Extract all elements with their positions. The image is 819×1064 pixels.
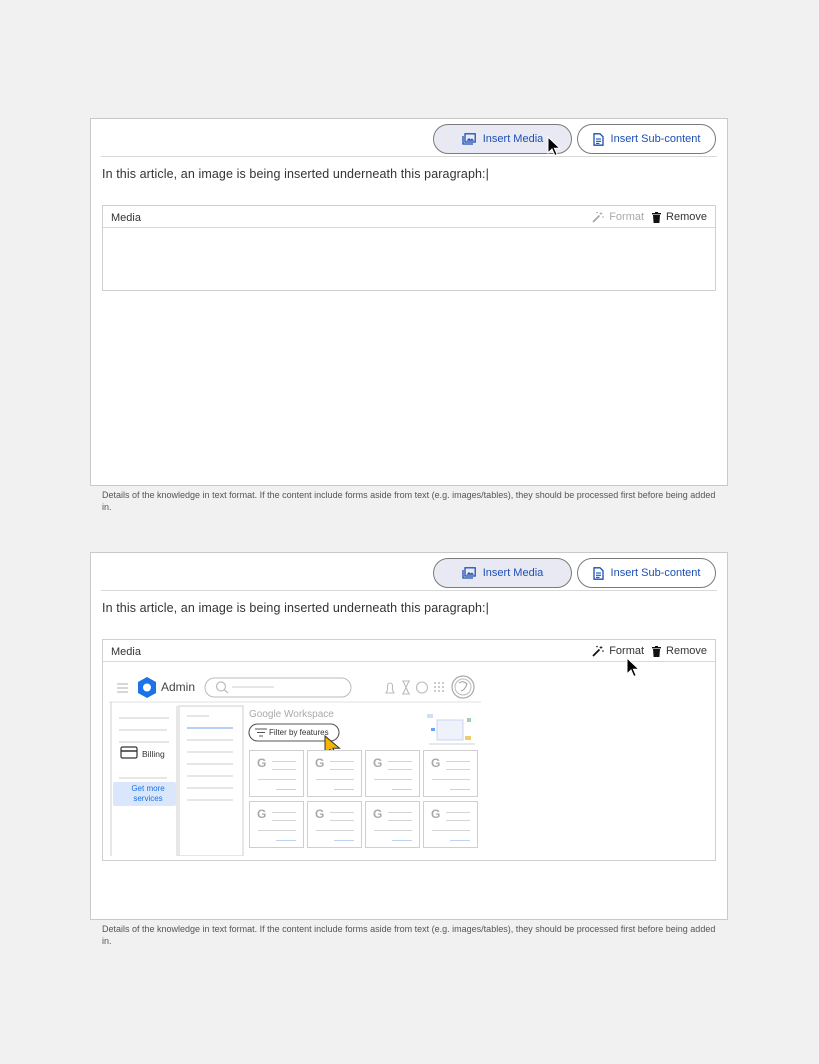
app-card: G — [307, 801, 362, 848]
format-label: Format — [609, 211, 645, 223]
media-block-header: Media Format Remove — [103, 640, 715, 662]
trash-icon — [652, 645, 662, 657]
insert-media-label: Insert Media — [482, 567, 544, 579]
remove-label: Remove — [666, 211, 707, 223]
media-block-actions: Format Remove — [592, 211, 707, 223]
knowledge-editor-step-2: Insert Media Insert Sub-content In this … — [90, 552, 728, 920]
app-card: G — [423, 750, 478, 797]
app-card: G — [249, 801, 304, 848]
remove-button[interactable]: Remove — [652, 211, 707, 223]
knowledge-editor-step-1: Insert Media Insert Sub-content In this … — [90, 118, 728, 486]
mouse-pointer-icon — [547, 136, 561, 157]
app-card: G — [423, 801, 478, 848]
insert-media-label: Insert Media — [482, 133, 544, 145]
document-icon — [592, 132, 604, 146]
media-block-title: Media — [111, 212, 141, 224]
billing-label: Billing — [142, 749, 165, 759]
mouse-pointer-icon — [626, 657, 640, 678]
media-block-header: Media Format Remove — [103, 206, 715, 228]
format-label: Format — [609, 645, 645, 657]
trash-icon — [652, 211, 662, 223]
app-card: G — [307, 750, 362, 797]
magic-wand-icon — [592, 645, 604, 657]
remove-button[interactable]: Remove — [652, 645, 707, 657]
media-block-title: Media — [111, 646, 141, 658]
insert-media-button[interactable]: Insert Media — [433, 558, 572, 588]
get-more-services-label: Get more services — [131, 784, 165, 803]
app-card: G — [249, 750, 304, 797]
admin-label: Admin — [161, 680, 196, 694]
article-paragraph[interactable]: In this article, an image is being inser… — [102, 601, 489, 615]
toolbar-divider — [101, 156, 717, 157]
article-paragraph[interactable]: In this article, an image is being inser… — [102, 167, 489, 181]
insert-subcontent-label: Insert Sub-content — [610, 567, 701, 579]
image-gallery-icon — [462, 133, 476, 145]
format-button[interactable]: Format — [592, 645, 644, 657]
image-gallery-icon — [462, 567, 476, 579]
media-block: Media Format — [102, 205, 716, 291]
format-button[interactable]: Format — [592, 211, 644, 223]
workspace-label: Google Workspace — [249, 709, 334, 720]
app-card: G — [365, 801, 420, 848]
remove-label: Remove — [666, 645, 707, 657]
toolbar-divider — [101, 590, 717, 591]
inserted-image[interactable]: Admin Google Workspace Filter by feature… — [109, 670, 481, 856]
insert-subcontent-button[interactable]: Insert Sub-content — [577, 124, 716, 154]
media-block: Media Format — [102, 639, 716, 861]
editor-toolbar: Insert Media Insert Sub-content — [91, 553, 727, 591]
media-block-actions: Format Remove — [592, 645, 707, 657]
document-icon — [592, 566, 604, 580]
editor-toolbar: Insert Media Insert Sub-content — [91, 119, 727, 157]
insert-subcontent-label: Insert Sub-content — [610, 133, 701, 145]
app-card: G — [365, 750, 420, 797]
filter-label: Filter by features — [269, 728, 329, 737]
helper-text: Details of the knowledge in text format.… — [102, 490, 716, 512]
insert-subcontent-button[interactable]: Insert Sub-content — [577, 558, 716, 588]
magic-wand-icon — [592, 211, 604, 223]
helper-text: Details of the knowledge in text format.… — [102, 924, 716, 946]
